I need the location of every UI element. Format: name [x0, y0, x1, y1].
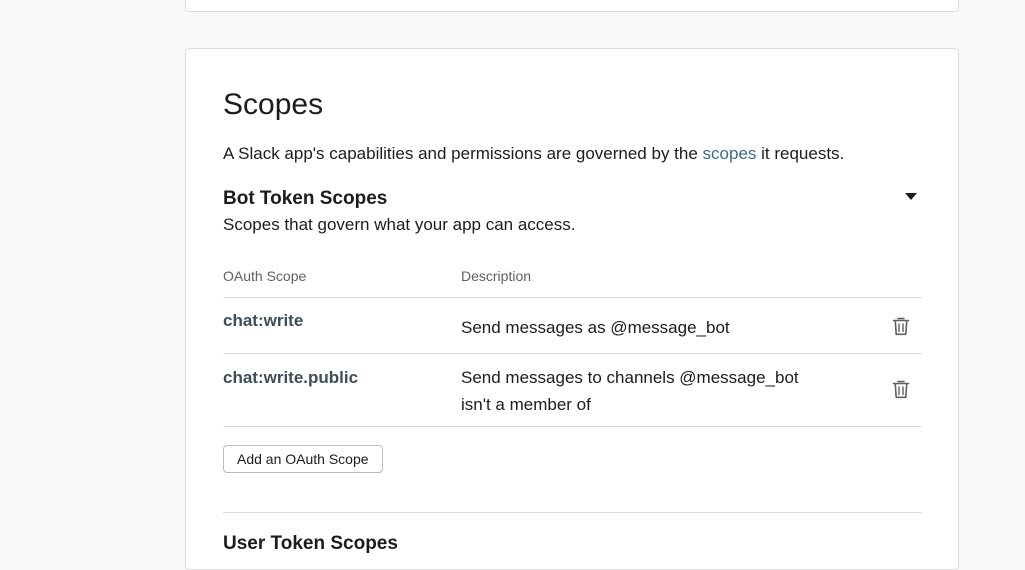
column-header-scope: OAuth Scope [223, 268, 307, 284]
scopes-card: Scopes A Slack app's capabilities and pe… [185, 48, 959, 570]
collapse-caret-icon[interactable] [905, 193, 917, 200]
page-title: Scopes [223, 88, 324, 121]
delete-trash-icon[interactable] [892, 379, 910, 399]
bot-token-scopes-heading: Bot Token Scopes [223, 188, 388, 209]
bot-token-scopes-subheading: Scopes that govern what your app can acc… [223, 215, 576, 234]
scope-name: chat:write [223, 311, 304, 330]
delete-trash-icon[interactable] [892, 316, 910, 336]
scope-description: Send messages to channels @message_bot i… [461, 368, 799, 414]
scope-description: Send messages as @message_bot [461, 318, 730, 337]
scopes-table: OAuth Scope Description chat:write Send … [223, 264, 922, 427]
scopes-link[interactable]: scopes [703, 144, 757, 163]
table-row: chat:write Send messages as @message_bot [223, 298, 922, 354]
table-header: OAuth Scope Description [223, 264, 922, 298]
add-oauth-scope-button[interactable]: Add an OAuth Scope [223, 445, 383, 473]
scopes-description: A Slack app's capabilities and permissio… [223, 143, 922, 165]
column-header-description: Description [461, 268, 532, 284]
table-row: chat:write.public Send messages to chann… [223, 354, 922, 427]
user-token-scopes-heading: User Token Scopes [223, 533, 398, 554]
description-prefix: A Slack app's capabilities and permissio… [223, 144, 703, 163]
section-divider [223, 512, 922, 513]
scope-name: chat:write.public [223, 368, 359, 387]
description-suffix: it requests. [756, 144, 845, 163]
previous-card [185, 0, 959, 12]
